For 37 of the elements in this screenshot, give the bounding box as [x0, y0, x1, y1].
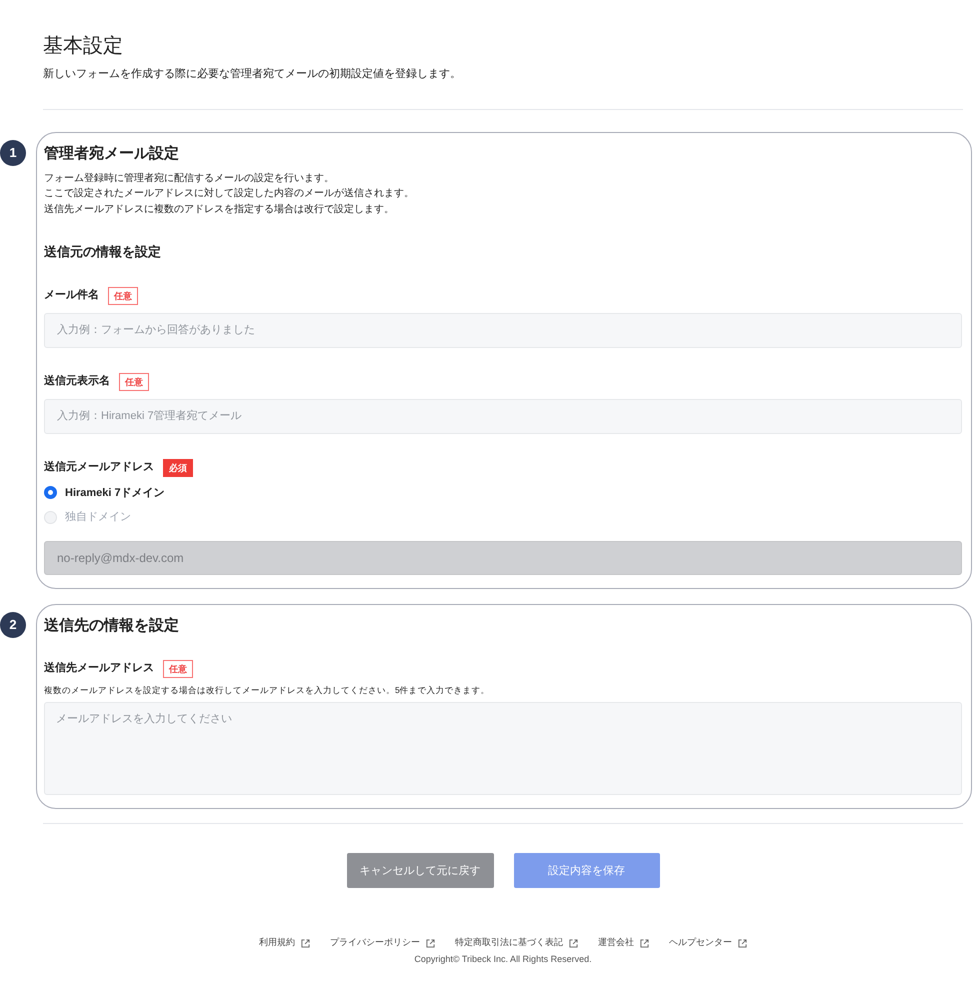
textarea-field[interactable]: メールアドレスを入力してください: [44, 702, 962, 796]
external-link-icon[interactable]: [640, 938, 649, 948]
section-title: 管理者宛メール設定: [44, 144, 180, 164]
text-input-field[interactable]: 入力例：フォームから回答がありました: [44, 312, 962, 348]
section-description: フォーム登録時に管理者宛に配信するメールの設定を行います。: [44, 172, 335, 186]
copyright-text: Copyright© Tribeck Inc. All Rights Reserved.: [414, 952, 592, 966]
external-link-icon[interactable]: [301, 938, 310, 948]
optional-badge: 任意: [108, 286, 138, 304]
external-link-icon[interactable]: [738, 938, 747, 948]
text-input-field[interactable]: 入力例：Hirameki 7管理者宛てメール: [44, 398, 962, 434]
radio-label: 独自ドメイン: [65, 510, 131, 525]
radio-button[interactable]: [44, 486, 57, 500]
footer-link[interactable]: 特定商取引法に基づく表記: [455, 936, 563, 950]
optional-badge: 任意: [119, 372, 149, 390]
step-number-badge: 2: [0, 612, 26, 638]
field-label: 送信先メールアドレス: [44, 660, 154, 676]
page-title: 基本設定: [43, 34, 124, 59]
footer-link[interactable]: 運営会社: [598, 936, 634, 950]
external-link-icon[interactable]: [569, 938, 578, 948]
section-description: 送信先メールアドレスに複数のアドレスを指定する場合は改行で設定します。: [44, 202, 395, 216]
external-link-icon[interactable]: [426, 938, 435, 948]
readonly-field: no-reply@mdx-dev.com: [44, 540, 962, 574]
subsection-title: 送信元の情報を設定: [44, 243, 162, 261]
required-badge: 必須: [163, 458, 193, 476]
help-text: 複数のメールアドレスを設定する場合は改行してメールアドレスを入力してください。5件まで入力できます。: [44, 684, 491, 696]
section-title: 送信先の情報を設定: [44, 616, 180, 636]
field-label: 送信元表示名: [44, 374, 110, 390]
footer-link[interactable]: ヘルプセンター: [669, 936, 732, 950]
field-label: 送信元メールアドレス: [44, 460, 154, 476]
section-description: ここで設定されたメールアドレスに対して設定した内容のメールが送信されます。: [44, 186, 415, 201]
optional-badge: 任意: [163, 660, 193, 678]
field-label: メール件名: [44, 288, 99, 304]
radio-label: Hirameki 7ドメイン: [65, 486, 165, 500]
step-number-badge: 1: [0, 140, 26, 166]
footer-link[interactable]: 利用規約: [259, 936, 295, 950]
page-description: 新しいフォームを作成する際に必要な管理者宛てメールの初期設定値を登録します。: [43, 66, 462, 82]
footer-link[interactable]: プライバシーポリシー: [330, 936, 420, 950]
